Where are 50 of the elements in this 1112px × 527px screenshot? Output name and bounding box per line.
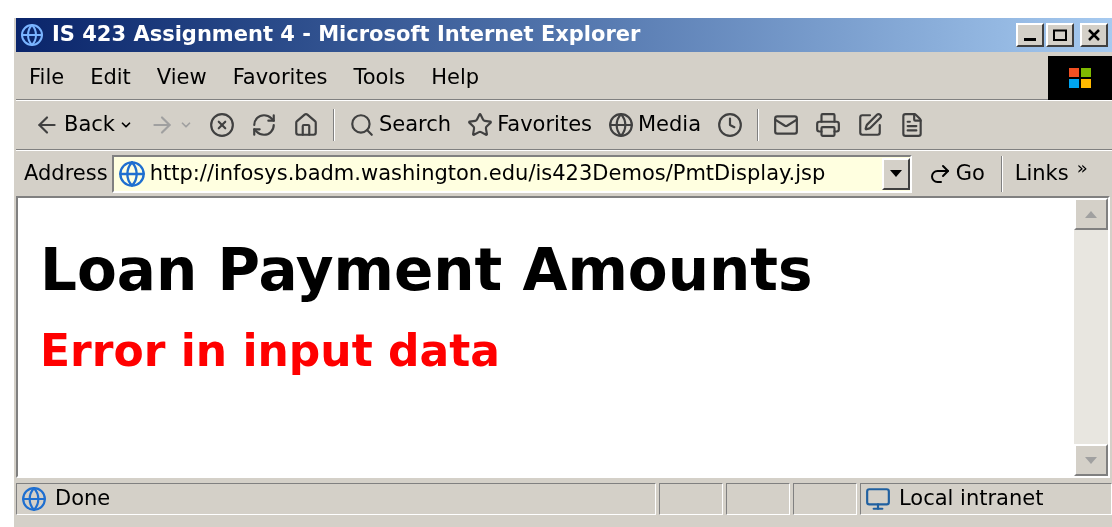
globe-icon <box>608 112 634 138</box>
close-icon <box>1088 29 1100 41</box>
dropdown-button[interactable] <box>881 157 910 190</box>
zone-text: Local intranet <box>899 485 1044 513</box>
pencil-icon <box>857 112 884 138</box>
caret-icon <box>889 170 902 177</box>
search-button[interactable]: Search <box>343 107 458 143</box>
page-icon <box>21 486 47 512</box>
star-icon <box>467 112 494 138</box>
address-label: Address <box>24 159 108 187</box>
down-arrow-icon <box>1085 456 1097 464</box>
status-text: Done <box>55 485 111 513</box>
maximize-button[interactable] <box>1046 23 1074 47</box>
menu-item[interactable]: Help <box>418 61 493 94</box>
window-title: IS 423 Assignment 4 - Microsoft Internet Explorer <box>52 21 641 49</box>
menu-item[interactable]: Edit <box>77 61 144 94</box>
page-icon <box>117 159 146 188</box>
printer-icon <box>815 112 842 138</box>
search-icon <box>349 112 375 138</box>
address-field[interactable]: http://infosys.badm.washington.edu/is423Demos/PmtDisplay.jsp <box>111 154 912 193</box>
status-pane <box>793 483 857 515</box>
back-button[interactable]: Back <box>28 107 139 143</box>
menu-item[interactable]: View <box>143 61 220 94</box>
menu-item[interactable]: File <box>16 61 78 94</box>
error-message: Error in input data <box>40 323 501 378</box>
scrollbar[interactable] <box>1074 198 1108 476</box>
maximize-icon <box>1053 29 1067 41</box>
scroll-up-button[interactable] <box>1074 198 1108 230</box>
stop-icon <box>209 112 235 138</box>
clock-icon <box>717 112 744 138</box>
windows-logo <box>1048 55 1112 100</box>
page-heading: Loan Payment Amounts <box>40 235 814 306</box>
media-button[interactable]: Media <box>602 107 708 143</box>
menu-item[interactable]: Favorites <box>219 61 341 94</box>
favorites-button[interactable]: Favorites <box>461 107 598 143</box>
home-icon <box>293 112 319 138</box>
close-button[interactable] <box>1080 23 1108 47</box>
links-button[interactable]: Links » <box>1006 157 1096 190</box>
up-arrow-icon <box>1085 210 1097 218</box>
scroll-down-button[interactable] <box>1074 444 1108 476</box>
minimize-icon <box>1024 38 1036 41</box>
go-button[interactable]: Go <box>915 157 997 190</box>
network-icon <box>865 486 891 512</box>
minimize-button[interactable] <box>1016 23 1044 47</box>
browser-icon <box>20 23 44 47</box>
menu-item[interactable]: Tools <box>340 61 419 94</box>
status-pane <box>726 483 790 515</box>
mail-icon <box>773 112 800 138</box>
status-pane <box>659 483 723 515</box>
refresh-icon <box>251 112 277 138</box>
